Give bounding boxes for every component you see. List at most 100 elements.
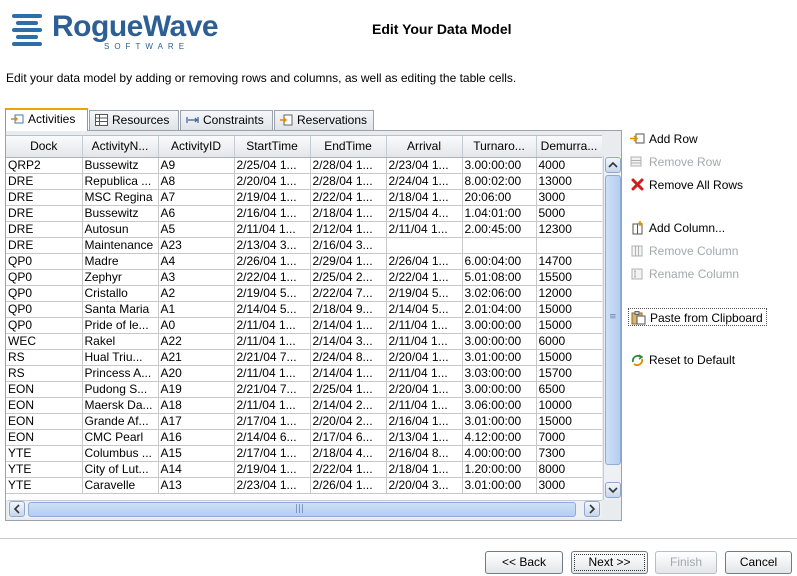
table-cell[interactable]: 3.06:00:00: [462, 397, 537, 414]
table-cell[interactable]: 15000: [536, 301, 602, 318]
scroll-down-button[interactable]: [605, 482, 621, 498]
table-cell[interactable]: A19: [158, 381, 235, 398]
table-cell[interactable]: WEC: [6, 333, 83, 350]
table-cell[interactable]: DRE: [6, 221, 83, 238]
table-cell[interactable]: 2/18/04 1...: [310, 205, 387, 222]
table-cell[interactable]: 10000: [536, 397, 602, 414]
table-row[interactable]: QP0 Zephyr A3 2/22/04 1... 2/25/04 2... 2/22/…: [6, 269, 602, 286]
table-cell[interactable]: 2/18/04 1...: [386, 189, 463, 206]
table-cell[interactable]: A23: [158, 237, 235, 254]
column-header[interactable]: ActivityID: [158, 136, 235, 158]
column-header[interactable]: StartTime: [234, 136, 311, 158]
tab-activities[interactable]: Activities: [5, 108, 88, 131]
table-row[interactable]: EON Maersk Da... A18 2/11/04 1... 2/14/04 2.…: [6, 397, 602, 414]
column-header[interactable]: Turnaro...: [462, 136, 537, 158]
table-cell[interactable]: 6500: [536, 381, 602, 398]
table-cell[interactable]: [536, 237, 602, 254]
table-cell[interactable]: 4000: [536, 157, 602, 174]
reset-to-default-button[interactable]: Reset to Default: [628, 351, 735, 369]
table-cell[interactable]: 2/16/04 8...: [386, 445, 463, 462]
table-cell[interactable]: 2/11/04 1...: [234, 397, 311, 414]
table-cell[interactable]: Caravelle: [82, 477, 159, 494]
table-cell[interactable]: MSC Regina: [82, 189, 159, 206]
table-cell[interactable]: 5.01:08:00: [462, 269, 537, 286]
table-cell[interactable]: 15000: [536, 317, 602, 334]
table-cell[interactable]: RS: [6, 365, 83, 382]
table-cell[interactable]: 8000: [536, 461, 602, 478]
table-cell[interactable]: 2/14/04 6...: [234, 429, 311, 446]
table-cell[interactable]: 2/14/04 2...: [310, 397, 387, 414]
table-cell[interactable]: A22: [158, 333, 235, 350]
table-cell[interactable]: 2/11/04 1...: [386, 317, 463, 334]
table-cell[interactable]: Hual Triu...: [82, 349, 159, 366]
table-row[interactable]: YTE City of Lut... A14 2/19/04 1... 2/22/04 …: [6, 461, 602, 478]
table-cell[interactable]: A1: [158, 301, 235, 318]
scroll-left-button[interactable]: [9, 501, 25, 517]
table-cell[interactable]: EON: [6, 397, 83, 414]
table-cell[interactable]: 15000: [536, 349, 602, 366]
table-cell[interactable]: 2.00:45:00: [462, 221, 537, 238]
table-cell[interactable]: A20: [158, 365, 235, 382]
table-cell[interactable]: Santa Maria: [82, 301, 159, 318]
table-cell[interactable]: 3000: [536, 189, 602, 206]
table-cell[interactable]: 2/22/04 1...: [234, 269, 311, 286]
table-cell[interactable]: 2/26/04 1...: [234, 253, 311, 270]
table-cell[interactable]: 12000: [536, 285, 602, 302]
table-cell[interactable]: A7: [158, 189, 235, 206]
table-cell[interactable]: 2/18/04 9...: [310, 301, 387, 318]
table-cell[interactable]: 2/14/04 5...: [234, 301, 311, 318]
table-row[interactable]: DRE Republica ... A8 2/20/04 1... 2/28/04 1.…: [6, 173, 602, 190]
column-header[interactable]: ActivityN...: [82, 136, 159, 158]
table-cell[interactable]: 12300: [536, 221, 602, 238]
table-cell[interactable]: 2/17/04 1...: [234, 445, 311, 462]
table-cell[interactable]: DRE: [6, 237, 83, 254]
table-cell[interactable]: 2/24/04 1...: [386, 173, 463, 190]
table-cell[interactable]: 2/11/04 1...: [234, 333, 311, 350]
table-cell[interactable]: DRE: [6, 173, 83, 190]
table-row[interactable]: RS Hual Triu... A21 2/21/04 7... 2/24/04 8..…: [6, 349, 602, 366]
table-cell[interactable]: 2/14/04 3...: [310, 333, 387, 350]
add-row-button[interactable]: Add Row: [628, 130, 698, 148]
vertical-scrollbar[interactable]: ≡: [603, 156, 621, 500]
table-row[interactable]: YTE Columbus ... A15 2/17/04 1... 2/18/04 4.…: [6, 445, 602, 462]
scroll-up-button[interactable]: [605, 157, 621, 173]
column-header[interactable]: EndTime: [310, 136, 387, 158]
table-cell[interactable]: A13: [158, 477, 235, 494]
table-cell[interactable]: [462, 237, 537, 254]
tab-constraints[interactable]: Constraints: [180, 110, 273, 130]
table-cell[interactable]: 2/11/04 1...: [234, 221, 311, 238]
table-cell[interactable]: 7000: [536, 429, 602, 446]
table-cell[interactable]: 2/25/04 1...: [234, 157, 311, 174]
remove-row-button[interactable]: Remove Row: [628, 153, 721, 171]
table-cell[interactable]: 2/11/04 1...: [234, 317, 311, 334]
column-header[interactable]: Dock: [6, 136, 83, 158]
table-cell[interactable]: A14: [158, 461, 235, 478]
table-cell[interactable]: A6: [158, 205, 235, 222]
cancel-button[interactable]: Cancel: [725, 551, 792, 574]
table-cell[interactable]: 14700: [536, 253, 602, 270]
table-cell[interactable]: Madre: [82, 253, 159, 270]
rename-column-button[interactable]: Rename Column: [628, 265, 739, 283]
table-cell[interactable]: A21: [158, 349, 235, 366]
table-cell[interactable]: QP0: [6, 253, 83, 270]
table-cell[interactable]: Bussewitz: [82, 157, 159, 174]
table-cell[interactable]: 2/16/04 3...: [310, 237, 387, 254]
table-cell[interactable]: 15700: [536, 365, 602, 382]
table-cell[interactable]: 3.03:00:00: [462, 365, 537, 382]
table-cell[interactable]: Columbus ...: [82, 445, 159, 462]
table-cell[interactable]: 2/28/04 1...: [310, 173, 387, 190]
vertical-scroll-thumb[interactable]: ≡: [605, 175, 621, 465]
table-cell[interactable]: RS: [6, 349, 83, 366]
table-cell[interactable]: 2/20/04 1...: [386, 349, 463, 366]
table-cell[interactable]: 2/20/04 1...: [234, 173, 311, 190]
remove-all-rows-button[interactable]: Remove All Rows: [628, 176, 743, 194]
table-row[interactable]: DRE Autosun A5 2/11/04 1... 2/12/04 1... 2/11…: [6, 221, 602, 238]
table-cell[interactable]: 2/16/04 1...: [386, 413, 463, 430]
table-row[interactable]: WEC Rakel A22 2/11/04 1... 2/14/04 3... 2/11/…: [6, 333, 602, 350]
table-cell[interactable]: YTE: [6, 461, 83, 478]
table-row[interactable]: EON Pudong S... A19 2/21/04 7... 2/25/04 1..…: [6, 381, 602, 398]
table-cell[interactable]: 2/17/04 1...: [234, 413, 311, 430]
table-cell[interactable]: 2/20/04 1...: [386, 381, 463, 398]
table-cell[interactable]: A9: [158, 157, 235, 174]
table-cell[interactable]: 2/11/04 1...: [386, 221, 463, 238]
